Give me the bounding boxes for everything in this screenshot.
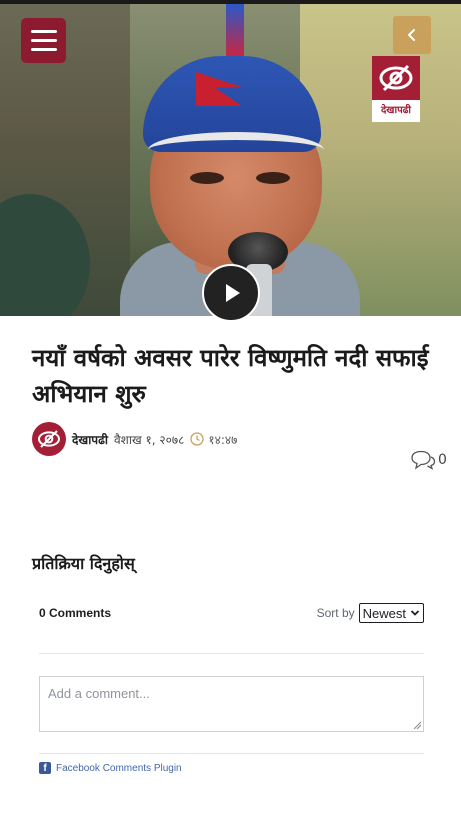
clock-icon [190, 432, 205, 446]
speech-bubble-icon [411, 450, 436, 470]
facebook-icon: f [39, 762, 51, 774]
author-avatar[interactable] [32, 422, 66, 456]
cap-visor [148, 132, 324, 168]
person-eye-right [256, 172, 290, 184]
eye-logo-icon [379, 64, 413, 92]
sort-select[interactable]: Newest [358, 603, 424, 623]
hamburger-menu-icon-line [30, 39, 57, 42]
author-name[interactable]: देखापढी [72, 431, 108, 448]
back-button[interactable] [393, 16, 431, 54]
hamburger-menu-icon [30, 30, 57, 33]
facebook-plugin-label: Facebook Comments Plugin [56, 762, 182, 774]
chevron-left-icon [408, 29, 415, 41]
comment-input-placeholder: Add a comment... [48, 686, 150, 701]
facebook-plugin-link[interactable]: f Facebook Comments Plugin [39, 762, 182, 774]
hamburger-menu-icon-line [30, 48, 57, 51]
sort-control: Sort by Newest [317, 603, 424, 623]
comment-count-link[interactable]: 0 [410, 450, 447, 470]
divider [39, 753, 424, 754]
facebook-comments-header: 0 Comments Sort by Newest [39, 602, 424, 624]
eye-logo-icon [38, 430, 60, 448]
resize-handle-icon[interactable] [413, 721, 421, 729]
comment-input[interactable]: Add a comment... [39, 676, 424, 732]
sort-selected-value: Newest [362, 605, 406, 621]
facebook-comments-count: 0 Comments [39, 606, 112, 620]
menu-button[interactable] [21, 18, 66, 63]
publish-time-text: १४:४७ [208, 432, 238, 447]
sort-label: Sort by [316, 606, 355, 620]
article-title: नयाँ वर्षको अवसर पारेर विष्णुमति नदी सफा… [32, 344, 429, 408]
chevron-down-icon [410, 610, 420, 616]
brand-logo-text: देखापढी [381, 105, 411, 116]
comments-heading: प्रतिक्रिया दिनुहोस् [32, 554, 135, 573]
article-meta: देखापढी वैशाख १, २०७८ १४:४७ [32, 422, 237, 456]
publish-date: वैशाख १, २०७८ [113, 432, 185, 447]
publish-time: १४:४७ [190, 431, 237, 448]
divider [39, 653, 424, 654]
play-icon [226, 284, 240, 302]
play-button[interactable] [202, 264, 260, 322]
facebook-comments-widget: 0 Comments Sort by Newest Add a comment.… [39, 596, 424, 786]
background-flag [226, 4, 244, 59]
brand-logo: देखापढी [372, 56, 420, 122]
brand-logo-mark [372, 56, 420, 100]
person-eye-left [190, 172, 224, 184]
comment-count-value: 0 [438, 452, 447, 468]
